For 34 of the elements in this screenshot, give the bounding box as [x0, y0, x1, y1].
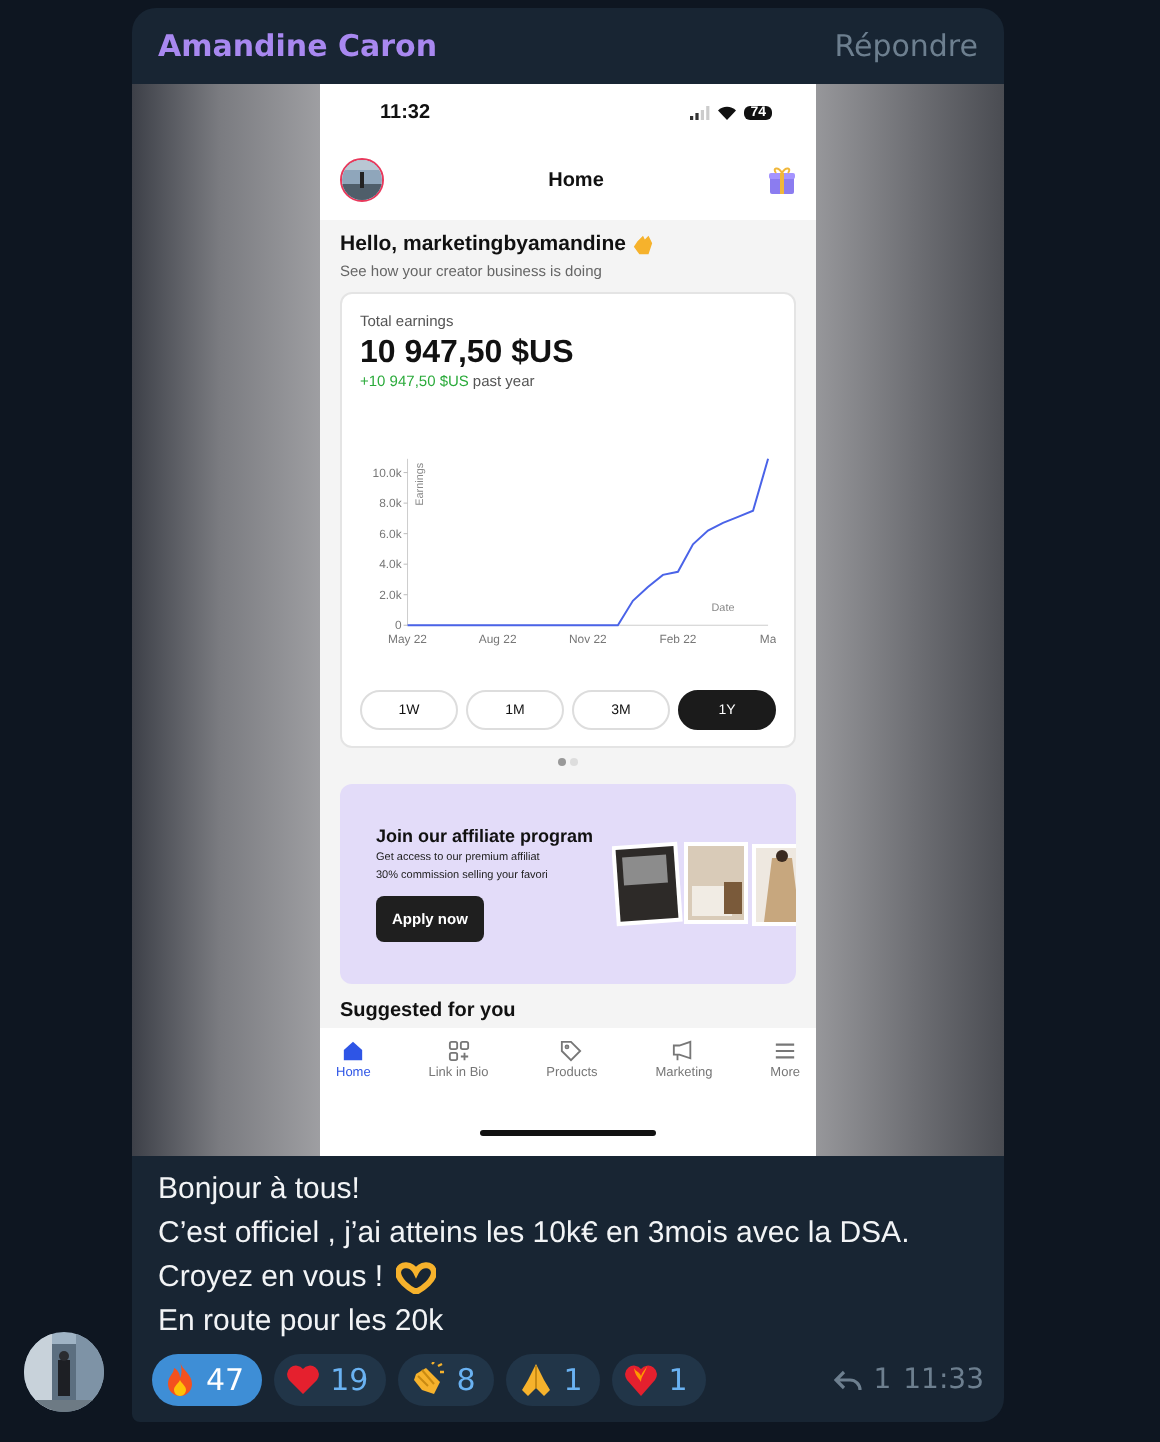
heart-hands-icon — [395, 1262, 436, 1294]
message-text: En route pour les 20k — [158, 1302, 444, 1342]
fire-icon — [164, 1362, 196, 1398]
reaction-chip[interactable]: 1 — [612, 1354, 706, 1406]
banner-title: Join our affiliate program — [376, 826, 596, 846]
reaction-chip[interactable]: 19 — [274, 1354, 387, 1406]
message-text: C’est officiel , j’ai atteins les 10k€ en 3mois avec la DSA. — [158, 1214, 910, 1254]
tag-icon — [560, 1040, 583, 1062]
page-dot[interactable] — [558, 758, 566, 766]
sender-name[interactable]: Amandine Caron — [158, 28, 438, 64]
signal-icon — [690, 105, 711, 119]
greeting-title: Hello, marketingbyamandine — [340, 232, 626, 256]
reaction-chip[interactable]: 47 — [152, 1354, 263, 1406]
megaphone-icon — [672, 1040, 695, 1062]
gift-icon[interactable] — [767, 166, 796, 194]
reply-icon — [833, 1369, 862, 1391]
screen-title: Home — [548, 169, 604, 191]
reply-link[interactable]: Répondre — [834, 28, 978, 64]
heart-icon — [286, 1364, 321, 1396]
clock-time: 11:32 — [380, 101, 431, 123]
reply-count: 1 — [873, 1364, 892, 1396]
home-icon — [342, 1040, 365, 1062]
clapping-hands-icon — [410, 1362, 447, 1398]
message-text: Croyez en vous ! — [158, 1258, 384, 1298]
reaction-chip[interactable]: 8 — [398, 1354, 494, 1406]
heart-on-fire-icon — [624, 1362, 659, 1398]
reaction-chip[interactable]: 1 — [505, 1354, 601, 1406]
grid-plus-icon — [447, 1040, 470, 1062]
message-text: Bonjour à tous! — [158, 1170, 360, 1210]
earnings-amount: 10 947,50 $US — [360, 336, 576, 372]
message-time: 11:33 — [903, 1364, 984, 1396]
menu-icon — [774, 1040, 797, 1062]
wifi-icon — [718, 105, 737, 119]
section-title: Suggested for you — [338, 998, 518, 1026]
